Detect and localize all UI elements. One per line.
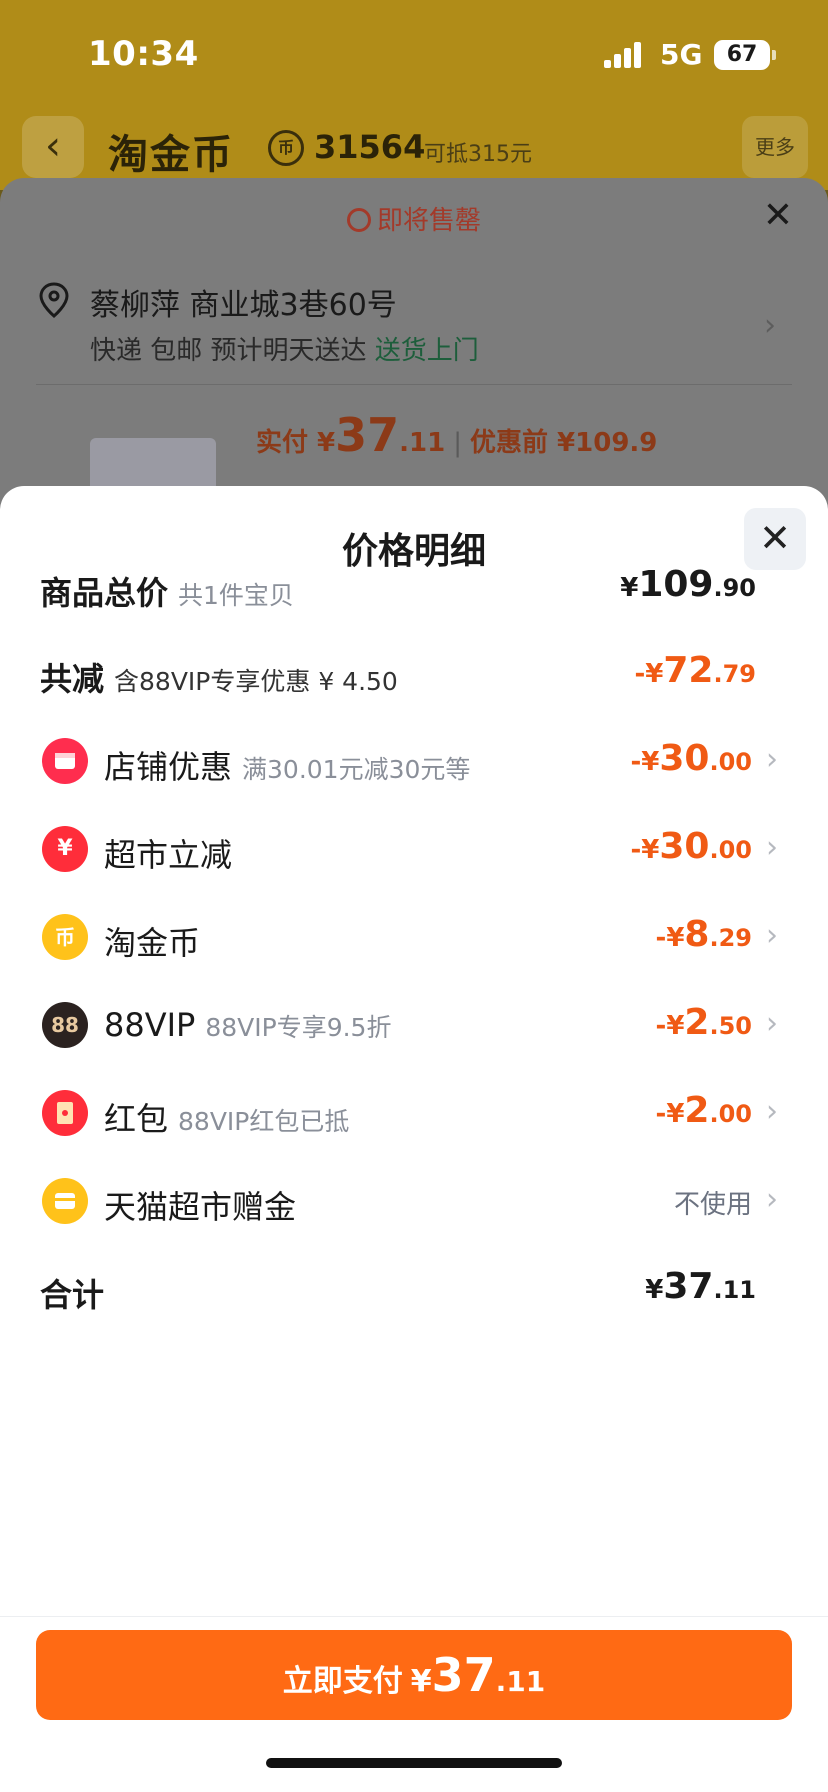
chevron-right-icon: › xyxy=(766,830,778,865)
row-amount: ¥109.90 xyxy=(620,564,756,605)
coin-count: 31564 xyxy=(314,128,426,166)
row-label: 淘金币 xyxy=(104,924,201,962)
battery-tip xyxy=(772,50,776,60)
location-pin-icon xyxy=(39,282,69,318)
row-grand-total: 合计 ¥37.11 xyxy=(0,1258,828,1318)
chevron-right-icon: › xyxy=(766,918,778,953)
row-amount: -¥30.00 xyxy=(630,738,752,779)
close-icon[interactable]: ✕ xyxy=(758,196,798,236)
footer-divider xyxy=(0,1616,828,1617)
coin-hint: 可抵315元 xyxy=(424,142,532,167)
row-label: 红包 88VIP红包已抵 xyxy=(104,1100,350,1138)
status-bar: 10:34 5G 67 xyxy=(0,0,828,110)
pay-dec: .11 xyxy=(495,1665,546,1698)
more-button[interactable]: 更多 xyxy=(742,116,808,178)
home-indicator[interactable] xyxy=(266,1758,562,1768)
red-packet-icon xyxy=(42,1090,88,1136)
row-product-total: 商品总价 共1件宝贝 ¥109.90 xyxy=(0,556,828,616)
row-amount: ¥37.11 xyxy=(645,1266,756,1307)
chevron-right-icon: › xyxy=(766,742,778,777)
row-taobao-coins[interactable]: 币 淘金币 -¥8.29 › xyxy=(0,906,828,966)
pay-currency: ¥ xyxy=(410,1664,432,1699)
row-label: 合计 xyxy=(40,1276,105,1314)
chevron-right-icon: › xyxy=(766,1006,778,1041)
price-detail-sheet: 价格明细 ✕ 商品总价 共1件宝贝 ¥109.90 共减 含88VIP专享优惠 ¥ … xyxy=(0,486,828,1792)
network-label: 5G xyxy=(660,38,703,71)
row-gift-credit[interactable]: 天猫超市赠金 不使用 › xyxy=(0,1170,828,1230)
row-amount: -¥2.50 xyxy=(655,1002,752,1043)
delivery-highlight: 送货上门 xyxy=(374,336,479,366)
row-amount: -¥8.29 xyxy=(655,914,752,955)
chevron-right-icon[interactable]: › xyxy=(764,308,776,343)
row-label: 店铺优惠 满30.01元减30元等 xyxy=(104,748,471,786)
back-arrow-icon[interactable]: ‹ xyxy=(22,116,84,178)
delivery-info: 快递 包邮 预计明天送达 送货上门 xyxy=(90,330,479,367)
row-label: 超市立减 xyxy=(104,836,233,874)
row-amount: -¥72.79 xyxy=(634,650,756,691)
yen-coupon-icon: ¥ xyxy=(42,826,88,872)
vip88-icon: 88 xyxy=(42,1002,88,1048)
delivery-text: 快递 包邮 预计明天送达 xyxy=(90,336,367,366)
order-price: 实付 ¥37.11 | 优惠前 ¥109.9 xyxy=(256,408,658,462)
sellout-notice: 即将售罄 xyxy=(0,200,828,237)
row-value: 不使用 xyxy=(673,1190,752,1220)
store-icon xyxy=(42,738,88,784)
coin-icon: 币 xyxy=(268,130,304,166)
address-line[interactable]: 蔡柳萍 商业城3巷60号 xyxy=(90,280,397,324)
row-red-packet[interactable]: 红包 88VIP红包已抵 -¥2.00 › xyxy=(0,1082,828,1142)
signal-icon xyxy=(604,42,644,68)
page-title: 淘金币 xyxy=(108,132,234,178)
row-amount: -¥2.00 xyxy=(655,1090,752,1131)
price-prefix: 实付 ¥ xyxy=(256,428,336,458)
gold-coin-icon: 币 xyxy=(42,914,88,960)
row-label: 88VIP 88VIP专享9.5折 xyxy=(104,1006,392,1044)
divider xyxy=(36,384,792,385)
status-time: 10:34 xyxy=(88,34,199,74)
chevron-right-icon: › xyxy=(766,1094,778,1129)
row-label: 共减 含88VIP专享优惠 ¥ 4.50 xyxy=(40,660,398,698)
row-label: 商品总价 共1件宝贝 xyxy=(40,574,294,612)
row-supermarket-discount[interactable]: ¥ 超市立减 -¥30.00 › xyxy=(0,818,828,878)
price-int: 37 xyxy=(335,408,400,462)
row-label: 天猫超市赠金 xyxy=(104,1188,297,1226)
pay-now-button[interactable]: 立即支付 ¥37.11 xyxy=(36,1630,792,1720)
battery-icon: 67 xyxy=(714,40,770,70)
sellout-text: 即将售罄 xyxy=(376,206,481,236)
alarm-icon xyxy=(346,208,371,232)
pay-label: 立即支付 xyxy=(282,1664,403,1699)
gift-card-icon xyxy=(42,1178,88,1224)
row-total-discount: 共减 含88VIP专享优惠 ¥ 4.50 -¥72.79 xyxy=(0,642,828,702)
price-dec: .11 xyxy=(399,428,446,458)
pay-int: 37 xyxy=(431,1648,496,1702)
price-before: 优惠前 ¥109.9 xyxy=(470,428,658,458)
chevron-right-icon: › xyxy=(766,1182,778,1217)
order-confirm-sheet: 即将售罄 ✕ 蔡柳萍 商业城3巷60号 快递 包邮 预计明天送达 送货上门 › … xyxy=(0,178,828,528)
row-88vip[interactable]: 88 88VIP 88VIP专享9.5折 -¥2.50 › xyxy=(0,994,828,1054)
row-amount: -¥30.00 xyxy=(630,826,752,867)
row-store-discount[interactable]: 店铺优惠 满30.01元减30元等 -¥30.00 › xyxy=(0,730,828,790)
